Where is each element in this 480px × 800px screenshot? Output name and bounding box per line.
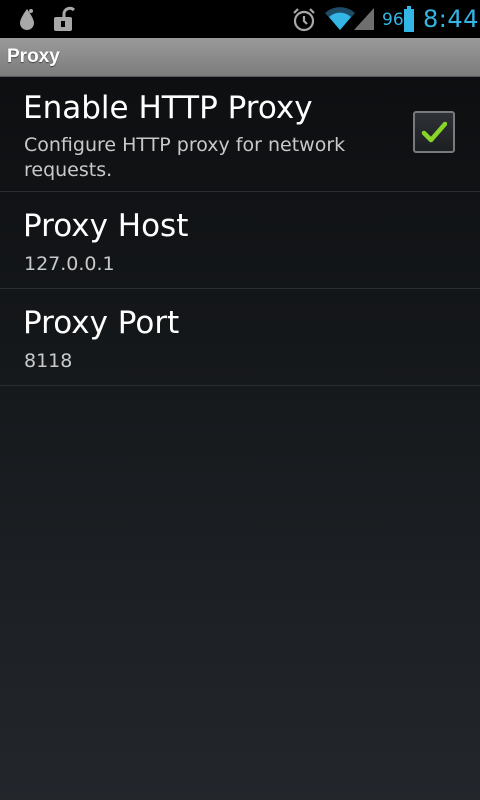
status-clock: 8:44 <box>423 5 479 33</box>
preference-list: Enable HTTP Proxy Configure HTTP proxy f… <box>0 77 480 386</box>
pref-summary: 8118 <box>24 350 73 372</box>
pref-proxy-host[interactable]: Proxy Host 127.0.0.1 <box>0 192 480 289</box>
pref-summary: 127.0.0.1 <box>24 253 115 275</box>
status-bar: 96 8:44 <box>0 0 480 38</box>
pref-title: Proxy Port <box>23 305 180 341</box>
battery-icon <box>404 6 414 36</box>
battery-percent: 96 <box>382 10 404 30</box>
pref-title: Enable HTTP Proxy <box>23 90 313 126</box>
enable-proxy-checkbox[interactable] <box>413 111 455 153</box>
signal-icon <box>352 6 376 36</box>
alarm-icon <box>291 7 317 37</box>
notification-drop-icon <box>17 7 37 37</box>
checkmark-icon <box>421 121 447 143</box>
unlock-icon <box>52 6 76 36</box>
pref-proxy-port[interactable]: Proxy Port 8118 <box>0 289 480 386</box>
pref-title: Proxy Host <box>23 208 189 244</box>
pref-enable-http-proxy[interactable]: Enable HTTP Proxy Configure HTTP proxy f… <box>0 77 480 192</box>
pref-summary: Configure HTTP proxy for network request… <box>24 134 346 181</box>
title-bar: Proxy <box>0 38 480 77</box>
page-title: Proxy <box>7 46 60 67</box>
